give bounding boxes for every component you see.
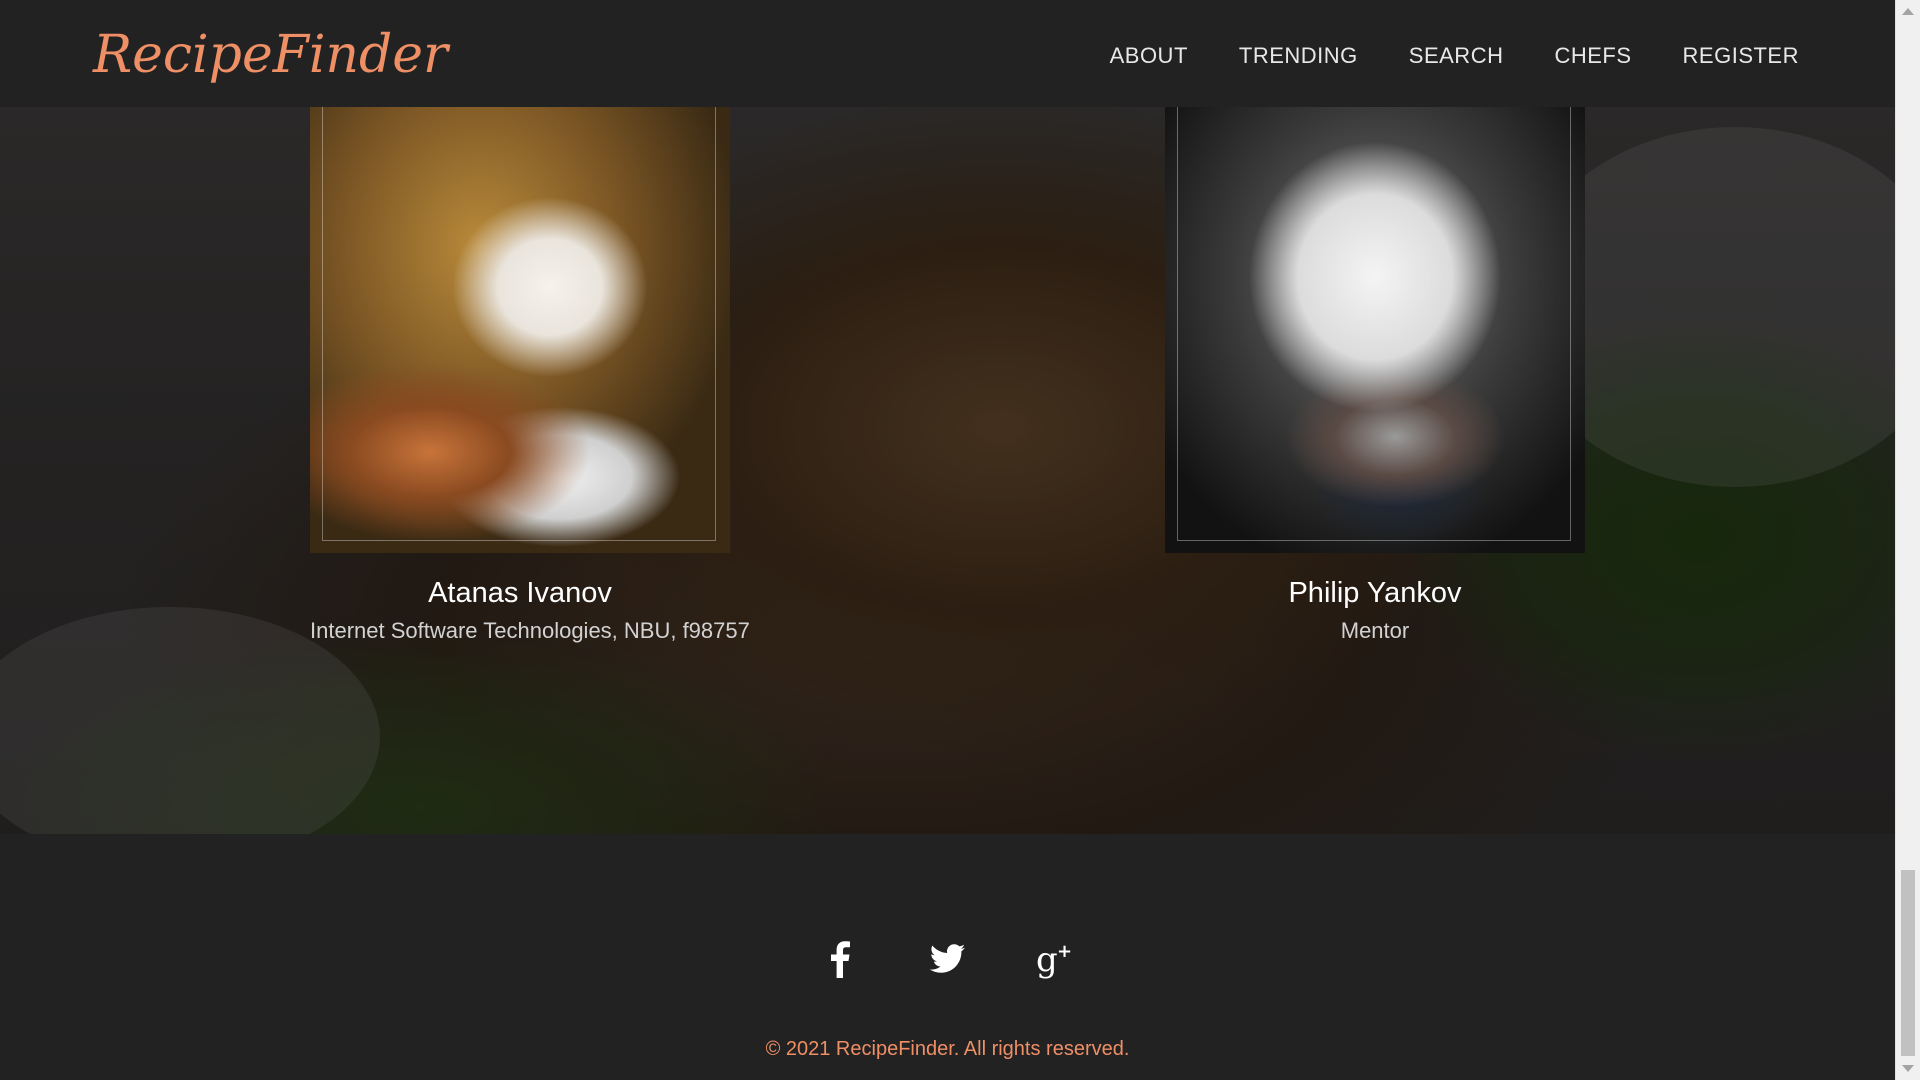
chef-card-atanas: Atanas Ivanov Internet Software Technolo… (310, 107, 750, 647)
chef-photo-atanas (310, 107, 730, 553)
chef-name: Philip Yankov (1288, 577, 1462, 609)
twitter-icon[interactable] (925, 936, 971, 982)
chef-photo-philip (1165, 107, 1585, 553)
nav-about[interactable]: ABOUT (1110, 38, 1188, 74)
google-plus-icon[interactable]: g + (1033, 936, 1079, 982)
main-nav: ABOUT TRENDING SEARCH CHEFS REGISTER (1110, 38, 1799, 74)
svg-text:g: g (1036, 940, 1058, 979)
svg-text:+: + (1057, 941, 1072, 962)
nav-register[interactable]: REGISTER (1683, 38, 1799, 74)
chef-role: Mentor (1340, 618, 1410, 643)
social-links: g + (0, 936, 1895, 982)
scrollbar-thumb[interactable] (1901, 870, 1915, 1056)
scroll-up-arrow-icon[interactable] (1902, 8, 1914, 15)
chef-card-philip: Philip Yankov Mentor (1165, 107, 1585, 647)
chef-role: Internet Software Technologies, NBU, f98… (310, 618, 750, 643)
scroll-down-arrow-icon[interactable] (1902, 1065, 1914, 1072)
chef-name: Atanas Ivanov (428, 577, 612, 609)
hero-background-image (0, 107, 1895, 834)
nav-chefs[interactable]: CHEFS (1554, 38, 1631, 74)
hero-overlay (0, 107, 1895, 834)
vertical-scrollbar[interactable] (1895, 0, 1920, 1080)
site-logo[interactable]: RecipeFinder (93, 20, 448, 90)
copyright-text: © 2021 RecipeFinder. All rights reserved… (765, 1038, 1130, 1060)
footer: g + © 2021 RecipeFinder. All rights rese… (0, 834, 1895, 1080)
top-navbar: RecipeFinder ABOUT TRENDING SEARCH CHEFS… (0, 0, 1895, 107)
facebook-icon[interactable] (817, 936, 863, 982)
page: Atanas Ivanov Internet Software Technolo… (0, 0, 1920, 1080)
photo-frame (322, 107, 716, 541)
nav-search[interactable]: SEARCH (1409, 38, 1504, 74)
photo-frame (1177, 107, 1571, 541)
nav-trending[interactable]: TRENDING (1239, 38, 1358, 74)
